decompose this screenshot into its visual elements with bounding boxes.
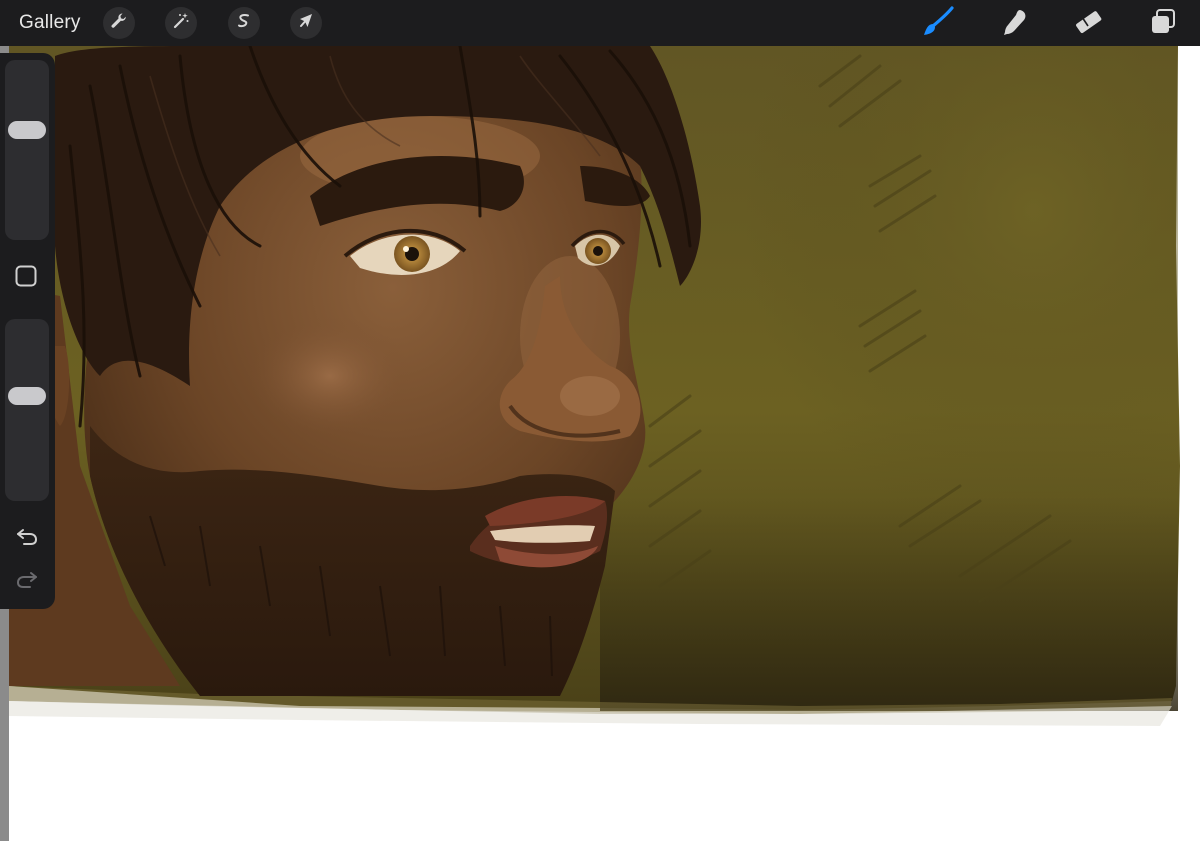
drawing-canvas[interactable] [0, 46, 1200, 841]
selection-s-icon [234, 11, 254, 36]
redo-icon [15, 567, 39, 596]
undo-button[interactable] [14, 525, 40, 551]
artwork-painting [9, 46, 1180, 726]
opacity-thumb[interactable] [8, 386, 46, 405]
layers-icon [1148, 7, 1178, 42]
arrow-cursor-icon [296, 11, 316, 36]
eraser-icon [1072, 6, 1104, 43]
magic-wand-icon [171, 11, 191, 36]
adjustments-button[interactable] [165, 7, 197, 39]
brush-size-thumb[interactable] [8, 120, 46, 139]
top-toolbar: Gallery [0, 0, 1200, 46]
transform-button[interactable] [290, 7, 322, 39]
actions-button[interactable] [103, 7, 135, 39]
selection-button[interactable] [228, 7, 260, 39]
left-sidebar [0, 53, 55, 609]
modify-button[interactable] [14, 264, 38, 293]
wrench-icon [109, 11, 129, 36]
gallery-button[interactable]: Gallery [19, 11, 81, 35]
undo-icon [15, 524, 39, 553]
redo-button[interactable] [14, 568, 40, 594]
smudge-icon [998, 6, 1030, 43]
brush-tool-button[interactable] [920, 5, 956, 44]
smudge-tool-button[interactable] [996, 6, 1032, 42]
layers-button[interactable] [1145, 6, 1181, 42]
eraser-tool-button[interactable] [1070, 6, 1106, 42]
opacity-slider[interactable] [5, 319, 49, 501]
brush-icon [921, 5, 955, 44]
brush-size-slider[interactable] [5, 60, 49, 240]
square-icon [14, 264, 38, 293]
